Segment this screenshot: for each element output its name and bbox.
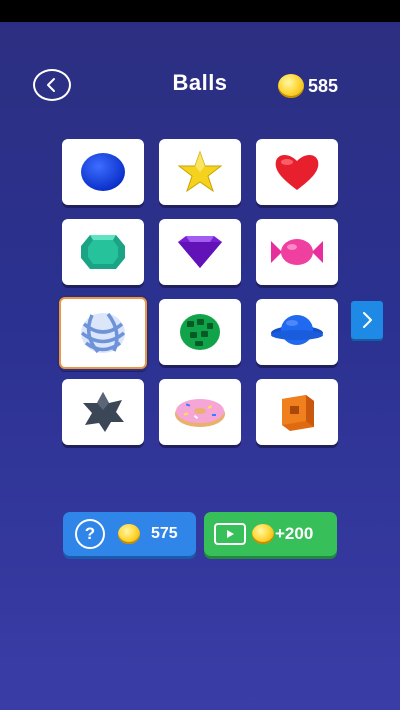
heart-icon [275, 154, 319, 190]
watch-ad-reward-button[interactable]: +200 [204, 512, 337, 556]
back-button[interactable] [33, 69, 71, 101]
item-tile-striped-sphere[interactable] [59, 297, 147, 369]
coin-icon [278, 74, 304, 98]
coin-icon [118, 524, 140, 544]
box-icon [282, 395, 314, 431]
unlock-random-button[interactable]: ? 575 [63, 512, 196, 556]
unlock-cost: 575 [151, 525, 178, 542]
item-tile-green-cage-ball[interactable] [159, 299, 241, 365]
item-tile-pink-candy[interactable] [256, 219, 338, 285]
item-tile-purple-diamond[interactable] [159, 219, 241, 285]
item-tile-blue-saturn[interactable] [256, 299, 338, 365]
item-tile-yellow-star[interactable] [159, 139, 241, 205]
gem-icon [81, 235, 125, 269]
next-page-button[interactable] [351, 301, 383, 339]
item-tile-blue-ball[interactable] [62, 139, 144, 205]
item-tile-pink-donut[interactable] [159, 379, 241, 445]
candy-icon [271, 239, 323, 265]
item-tile-dark-spiky-rock[interactable] [62, 379, 144, 445]
coin-balance: 585 [278, 73, 338, 99]
page-title: Balls [172, 70, 228, 95]
chevron-right-icon [363, 312, 372, 328]
coin-amount: 585 [308, 75, 339, 96]
striped-sphere-icon [80, 312, 126, 354]
diamond-icon [178, 236, 222, 268]
cage-ball-icon [180, 314, 220, 350]
donut-icon [175, 399, 225, 427]
item-tile-green-gem[interactable] [62, 219, 144, 285]
question-icon: ? [75, 519, 105, 549]
item-tile-orange-box[interactable] [256, 379, 338, 445]
saturn-icon [271, 315, 323, 345]
coin-icon [252, 524, 274, 544]
item-tile-red-heart[interactable] [256, 139, 338, 205]
chevron-left-icon [47, 78, 55, 92]
reward-amount: +200 [275, 524, 314, 543]
spiky-rock-icon [83, 392, 124, 432]
blue-ball-icon [81, 153, 125, 191]
star-icon [177, 150, 223, 193]
video-play-icon [214, 523, 246, 545]
status-bar [0, 0, 400, 22]
